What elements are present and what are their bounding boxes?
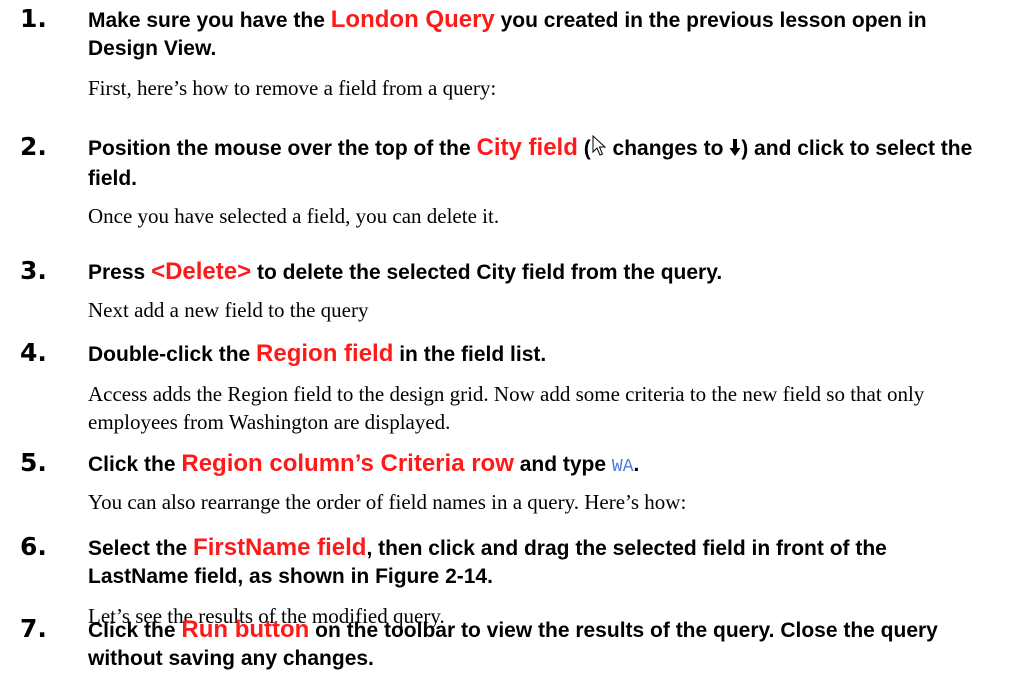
code-text: WA (611, 457, 634, 477)
step-instruction: Click the Region column’s Criteria row a… (88, 450, 640, 477)
down-arrow-icon (729, 137, 741, 165)
step-number: 5. (20, 448, 47, 477)
highlight-term: Run button (181, 616, 310, 643)
highlight-term: Region column’s Criteria row (181, 450, 514, 477)
step-number: 6. (20, 532, 47, 561)
step-number: 3. (20, 256, 47, 285)
step-note: You can also rearrange the order of fiel… (88, 490, 687, 514)
highlight-term: <Delete> (151, 258, 252, 285)
step-note: Next add a new field to the query (88, 298, 369, 322)
highlight-term: FirstName field (193, 534, 367, 561)
pointer-arrow-icon (591, 134, 607, 165)
step-instruction: Position the mouse over the top of the C… (88, 134, 973, 190)
step-number: 7. (20, 614, 47, 643)
step-number: 4. (20, 338, 47, 367)
step-note: First, here’s how to remove a field from… (88, 76, 497, 100)
step-instruction: Click the Run button on the toolbar to v… (88, 616, 938, 670)
step-instruction: Press <Delete> to delete the selected Ci… (88, 258, 723, 285)
step-instruction: Select the FirstName field, then click a… (88, 534, 887, 588)
step-note: Once you have selected a field, you can … (88, 204, 500, 228)
highlight-term: Region field (256, 340, 394, 367)
step-number: 1. (20, 4, 47, 33)
highlight-term: London Query (330, 6, 495, 33)
highlight-term: City field (476, 134, 578, 161)
step-number: 2. (20, 132, 47, 161)
step-instruction: Double-click the Region field in the fie… (88, 340, 547, 367)
step-instruction: Make sure you have the London Query you … (88, 6, 927, 60)
step-note: Access adds the Region field to the desi… (88, 382, 925, 434)
